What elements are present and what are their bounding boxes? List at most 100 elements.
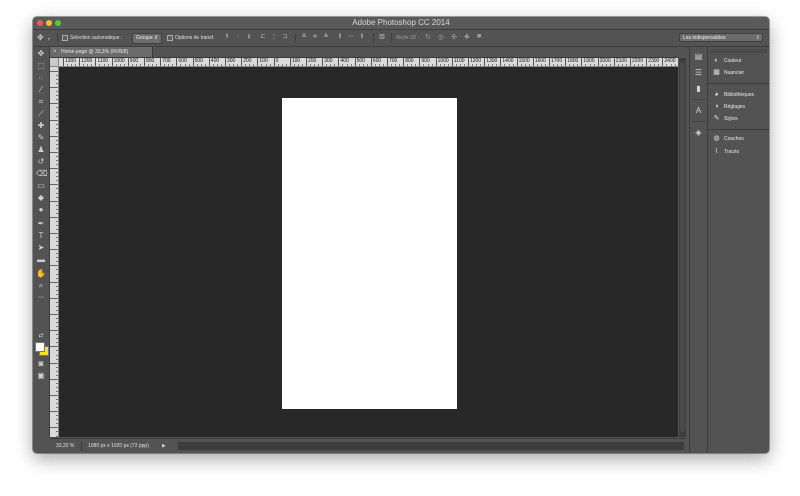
spot-healing-icon[interactable]: ✚ bbox=[36, 121, 46, 131]
ruler-minor-tick bbox=[585, 64, 587, 66]
align-hcenter-icon[interactable]: ⋮ bbox=[271, 34, 277, 41]
panel-grip[interactable] bbox=[710, 49, 767, 53]
default-colors-icon[interactable]: ⇄ bbox=[36, 331, 46, 341]
brush-tool-icon[interactable]: ✎ bbox=[36, 133, 46, 143]
type-tool-icon[interactable]: T bbox=[36, 231, 46, 241]
roll-3d-icon[interactable]: ◎ bbox=[438, 33, 444, 41]
gradient-tool-icon[interactable]: ▭ bbox=[36, 181, 46, 191]
lasso-tool-icon[interactable]: ◌ bbox=[36, 73, 46, 83]
ruler-minor-tick bbox=[131, 64, 133, 66]
eyedropper-icon[interactable]: ⟋ bbox=[36, 109, 46, 119]
align-right-icon[interactable]: ⊐ bbox=[282, 34, 288, 41]
vertical-scrollbar[interactable] bbox=[679, 58, 686, 437]
eraser-tool-icon[interactable]: ⌫ bbox=[36, 169, 47, 179]
pan-3d-icon[interactable]: ✣ bbox=[451, 33, 457, 41]
ruler-minor-tick bbox=[423, 64, 425, 66]
chevron-down-icon[interactable]: ▾ bbox=[48, 36, 50, 41]
quick-selection-icon[interactable]: ⁄ bbox=[36, 85, 46, 95]
align-left-icon[interactable]: ⊏ bbox=[260, 34, 266, 41]
crop-tool-icon[interactable]: ⌗ bbox=[36, 97, 46, 107]
clone-stamp-icon[interactable]: ♟ bbox=[36, 145, 46, 155]
history-brush-icon[interactable]: ↺ bbox=[36, 157, 46, 167]
document-tab[interactable]: × Home-page @ 33,3% (RVB/8) bbox=[50, 47, 153, 57]
panel-item-libraries[interactable]: ◕ Bibliothèques bbox=[712, 90, 754, 100]
ruler-origin[interactable] bbox=[50, 58, 59, 67]
transform-controls-checkbox[interactable] bbox=[167, 35, 173, 41]
properties-panel-icon[interactable]: ☰ bbox=[693, 67, 704, 78]
options-separator bbox=[373, 33, 374, 43]
distribute-left-icon[interactable]: ⦀ bbox=[337, 34, 343, 41]
window-title: Adobe Photoshop CC 2014 bbox=[352, 18, 450, 27]
history-panel-icon[interactable]: ▤ bbox=[693, 51, 704, 62]
orbit-3d-icon[interactable]: ↻ bbox=[425, 33, 431, 41]
ruler-minor-tick bbox=[56, 192, 58, 194]
pen-tool-icon[interactable]: ✒ bbox=[36, 219, 46, 229]
workspace-switcher[interactable]: Les indispensables ⇕ bbox=[679, 33, 763, 42]
status-menu-arrow-icon[interactable]: ▶ bbox=[162, 443, 166, 449]
distribute-vcenter-icon[interactable]: ≑ bbox=[312, 34, 318, 41]
panel-item-swatches[interactable]: ▦ Nuancier bbox=[712, 68, 744, 78]
align-vcenter-icon[interactable]: ⫶ bbox=[235, 34, 241, 41]
path-selection-icon[interactable]: ➤ bbox=[36, 243, 46, 253]
distribute-right-icon[interactable]: ⦀ bbox=[359, 34, 365, 41]
ruler-minor-tick bbox=[56, 318, 58, 320]
character-panel-icon[interactable]: A bbox=[693, 105, 704, 116]
auto-select-checkbox[interactable] bbox=[62, 35, 68, 41]
panel-item-styles[interactable]: ✎ Styles bbox=[712, 114, 738, 124]
foreground-color-swatch[interactable] bbox=[35, 342, 45, 352]
move-tool-icon[interactable]: ✥ bbox=[36, 49, 46, 59]
scale-3d-icon[interactable]: ■ bbox=[477, 33, 481, 40]
zoom-level[interactable]: 33,33 % bbox=[56, 443, 74, 449]
ruler-minor-tick bbox=[56, 147, 58, 149]
blur-tool-icon[interactable]: ◆ bbox=[36, 193, 46, 203]
ruler-major-tick bbox=[565, 58, 567, 66]
move-tool-preset-icon[interactable]: ✥ bbox=[37, 33, 44, 42]
ruler-minor-tick bbox=[480, 64, 482, 66]
distribute-hcenter-icon[interactable]: ⋯ bbox=[348, 34, 354, 41]
panel-item-adjustments[interactable]: ◑ Réglages bbox=[712, 102, 745, 112]
ruler-major-tick bbox=[50, 200, 58, 202]
vertical-scrollbar-thumb[interactable] bbox=[680, 62, 685, 432]
horizontal-scrollbar[interactable] bbox=[178, 442, 684, 450]
vertical-ruler[interactable] bbox=[50, 67, 59, 437]
brush-presets-icon[interactable]: ▮ bbox=[693, 83, 704, 94]
close-tab-icon[interactable]: × bbox=[53, 47, 57, 57]
ruler-minor-tick bbox=[634, 64, 636, 66]
layers-panel-icon[interactable]: ◈ bbox=[693, 127, 704, 138]
rectangular-marquee-icon[interactable]: ⬚ bbox=[36, 61, 46, 71]
align-bottom-icon[interactable]: ⫫ bbox=[246, 34, 252, 41]
ruler-minor-tick bbox=[593, 64, 595, 66]
hand-tool-icon[interactable]: ✋ bbox=[36, 269, 46, 279]
auto-align-layers-icon[interactable]: ▥ bbox=[379, 34, 385, 41]
horizontal-ruler[interactable]: 1300 1200 1100 1000 900 800 700 600 500 400 300 200… bbox=[59, 58, 678, 67]
panel-item-channels[interactable]: ◍ Couches bbox=[712, 134, 743, 144]
ruler-minor-tick bbox=[56, 370, 58, 372]
distribute-top-icon[interactable]: ≚ bbox=[301, 34, 307, 41]
ruler-major-tick bbox=[111, 58, 113, 66]
document-canvas[interactable] bbox=[282, 98, 457, 409]
distribute-bottom-icon[interactable]: ≙ bbox=[323, 34, 329, 41]
more-tools-icon[interactable]: ⋯ bbox=[36, 293, 46, 303]
canvas-area[interactable] bbox=[59, 67, 678, 437]
auto-select-dropdown[interactable]: Groupe ⇕ bbox=[132, 33, 163, 44]
ruler-minor-tick bbox=[168, 64, 170, 66]
rectangle-shape-icon[interactable]: ▬ bbox=[36, 255, 46, 265]
ruler-minor-tick bbox=[362, 64, 364, 66]
ruler-minor-tick bbox=[115, 64, 117, 66]
quick-mask-icon[interactable]: ◙ bbox=[36, 359, 46, 369]
dodge-tool-icon[interactable]: ● bbox=[36, 205, 46, 215]
align-top-icon[interactable]: ⫪ bbox=[224, 34, 230, 41]
ruler-minor-tick bbox=[56, 143, 58, 145]
ruler-minor-tick bbox=[374, 64, 376, 66]
ruler-minor-tick bbox=[56, 204, 58, 206]
panel-item-color[interactable]: ◐ Couleur bbox=[712, 56, 741, 66]
ruler-major-tick bbox=[50, 411, 58, 413]
panel-item-paths[interactable]: ⌇ Tracés bbox=[712, 147, 739, 157]
slide-3d-icon[interactable]: ✚ bbox=[464, 33, 470, 41]
ruler-major-tick bbox=[50, 103, 58, 105]
ruler-minor-tick bbox=[91, 64, 93, 66]
ruler-minor-tick bbox=[56, 241, 58, 243]
zoom-tool-icon[interactable]: ⌕ bbox=[36, 281, 46, 291]
panel-icon-dock: ▤ ☰ ▮ A ◈ bbox=[689, 47, 708, 453]
screen-mode-icon[interactable]: ▣ bbox=[36, 371, 46, 381]
